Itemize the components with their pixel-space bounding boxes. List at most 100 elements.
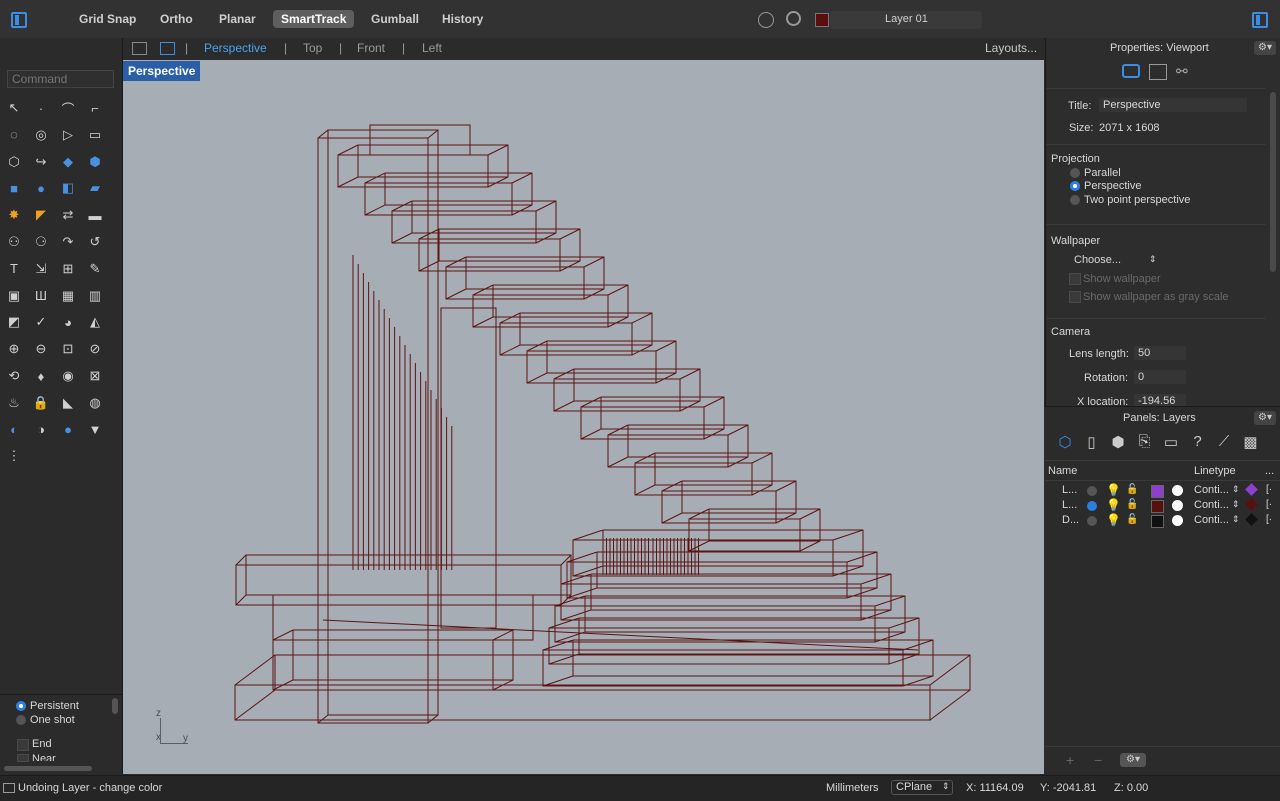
- array-tool-icon[interactable]: ⊞: [58, 259, 78, 279]
- rectangle-tool-icon[interactable]: ▭: [85, 125, 105, 145]
- text-tool-icon[interactable]: T: [4, 259, 24, 279]
- layers-gear-icon[interactable]: ⚙▾: [1254, 411, 1276, 425]
- zoom-extents-tool-icon[interactable]: ⊘: [85, 339, 105, 359]
- layer-options-gear-icon[interactable]: ⚙▾: [1120, 753, 1146, 767]
- osnap-scrollbar[interactable]: [4, 766, 92, 771]
- boolean-tool-icon[interactable]: ⚇: [4, 232, 24, 252]
- current-layer-indicator[interactable]: [1087, 486, 1097, 496]
- layer-col-linetype[interactable]: Linetype: [1194, 465, 1236, 477]
- print-color-swatch[interactable]: [1245, 483, 1258, 496]
- cone-tool-icon[interactable]: ▼: [85, 420, 105, 440]
- grid-tool-icon[interactable]: ▦: [58, 286, 78, 306]
- box-tool-icon[interactable]: ■: [4, 178, 24, 198]
- remove-layer-button[interactable]: −: [1094, 752, 1102, 768]
- edit-tool-icon[interactable]: ✎: [85, 259, 105, 279]
- bulb-tool-icon[interactable]: ♨: [4, 393, 24, 413]
- osnap-vscroll[interactable]: [112, 698, 118, 714]
- visibility-bulb-icon[interactable]: 💡: [1106, 513, 1121, 527]
- document-icon[interactable]: ▯: [1082, 433, 1102, 453]
- arc-tool-icon[interactable]: ▷: [58, 125, 78, 145]
- explode-tool-icon[interactable]: ✸: [4, 205, 24, 225]
- options-tool-icon[interactable]: ⋮: [4, 446, 24, 466]
- left-sidebar-toggle-icon[interactable]: [11, 12, 27, 28]
- grid-snap-toggle[interactable]: Grid Snap: [71, 10, 144, 28]
- rotation-field[interactable]: 0: [1134, 370, 1186, 384]
- link-icon[interactable]: ⚯: [1176, 63, 1194, 81]
- view-tool-icon[interactable]: ◉: [58, 366, 78, 386]
- extrude-tool-icon[interactable]: ⬢: [85, 152, 105, 172]
- print-color-swatch[interactable]: [1245, 498, 1258, 511]
- curve-tool-icon[interactable]: ⌐: [85, 98, 105, 118]
- block-tool-icon[interactable]: ▣: [4, 286, 24, 306]
- lens-length-field[interactable]: 50: [1134, 346, 1186, 360]
- layer-tool-icon[interactable]: ▥: [85, 286, 105, 306]
- print-width-icon[interactable]: [·: [1266, 514, 1272, 525]
- material-tool-icon[interactable]: ◩: [4, 312, 24, 332]
- planar-toggle[interactable]: Planar: [211, 10, 264, 28]
- layer-linetype[interactable]: Conti...: [1194, 484, 1229, 496]
- surface-tool-icon[interactable]: ◆: [58, 152, 78, 172]
- command-input[interactable]: [7, 70, 114, 88]
- x-location-field[interactable]: -194.56: [1134, 394, 1186, 406]
- layer-linetype[interactable]: Conti...: [1194, 499, 1229, 511]
- cylinder-tool-icon[interactable]: ◧: [58, 178, 78, 198]
- layer-name[interactable]: D...: [1062, 514, 1079, 526]
- globe-tool-icon[interactable]: ●: [58, 420, 78, 440]
- layer-name[interactable]: L...: [1062, 484, 1077, 496]
- help-icon[interactable]: ?: [1188, 433, 1208, 453]
- pen-icon[interactable]: ⟋: [1214, 433, 1234, 453]
- layers-icon[interactable]: ⬡: [1055, 433, 1075, 453]
- split-tool-icon[interactable]: ◤: [31, 205, 51, 225]
- light-tool-icon[interactable]: ◭: [85, 312, 105, 332]
- circle-tool-icon[interactable]: ◌: [4, 125, 24, 145]
- grid-layout-icon[interactable]: [132, 42, 147, 55]
- visibility-bulb-icon[interactable]: 💡: [1106, 483, 1121, 497]
- layer-color-swatch[interactable]: [1151, 485, 1164, 498]
- plane-tool-icon[interactable]: ▰: [85, 178, 105, 198]
- layer-color-swatch[interactable]: [1151, 500, 1164, 513]
- mirror-tool-icon[interactable]: ↺: [85, 232, 105, 252]
- render-tool-icon[interactable]: ♦: [31, 366, 51, 386]
- layer-color-swatch[interactable]: [1151, 515, 1164, 528]
- layer-col-name[interactable]: Name: [1048, 465, 1077, 477]
- material-icon[interactable]: [1172, 485, 1183, 496]
- layer-row[interactable]: D... 💡 🔓 Conti... ⇕ [·: [1045, 513, 1280, 528]
- fillet-tool-icon[interactable]: ↪: [31, 152, 51, 172]
- record-icon[interactable]: [786, 11, 801, 26]
- group-tool-icon[interactable]: ⚆: [31, 232, 51, 252]
- ortho-toggle[interactable]: Ortho: [152, 10, 201, 28]
- display-icon[interactable]: ▭: [1161, 433, 1181, 453]
- color-tool-icon[interactable]: ◍: [85, 393, 105, 413]
- status-list-icon[interactable]: [3, 783, 15, 793]
- snapshot-tool-icon[interactable]: ⊠: [85, 366, 105, 386]
- show-wallpaper-checkbox[interactable]: [1069, 273, 1081, 285]
- env-tool-icon[interactable]: ◑: [31, 420, 51, 440]
- wallpaper-choose-select[interactable]: Choose...: [1074, 254, 1121, 266]
- notes-icon[interactable]: ⎘: [1135, 433, 1155, 453]
- tab-front[interactable]: Front: [357, 41, 385, 55]
- one-shot-radio[interactable]: [16, 715, 26, 725]
- layer-col-more[interactable]: ...: [1265, 465, 1274, 477]
- print-width-icon[interactable]: [·: [1266, 499, 1272, 510]
- object-icon[interactable]: ⬢: [1108, 433, 1128, 453]
- units-label[interactable]: Millimeters: [826, 782, 879, 794]
- lock-icon[interactable]: 🔓: [1126, 499, 1138, 510]
- tab-top[interactable]: Top: [303, 41, 322, 55]
- smarttrack-toggle[interactable]: SmartTrack: [273, 10, 355, 28]
- layer-color-swatch[interactable]: [815, 13, 829, 27]
- add-layer-button[interactable]: +: [1066, 752, 1074, 768]
- visibility-bulb-icon[interactable]: 💡: [1106, 498, 1121, 512]
- persistent-radio[interactable]: [16, 701, 26, 711]
- print-width-icon[interactable]: [·: [1266, 484, 1272, 495]
- properties-gear-icon[interactable]: ⚙▾: [1254, 41, 1276, 55]
- two-point-radio[interactable]: [1070, 195, 1080, 205]
- history-toggle[interactable]: History: [434, 10, 491, 28]
- tab-left[interactable]: Left: [422, 41, 442, 55]
- ellipse-tool-icon[interactable]: ◎: [31, 125, 51, 145]
- wedge-tool-icon[interactable]: ◣: [58, 393, 78, 413]
- parallel-radio[interactable]: [1070, 168, 1080, 178]
- offset-tool-icon[interactable]: ⇄: [58, 205, 78, 225]
- shade-tool-icon[interactable]: ◕: [58, 312, 78, 332]
- properties-scrollbar[interactable]: [1270, 92, 1276, 272]
- current-layer-indicator[interactable]: [1087, 516, 1097, 526]
